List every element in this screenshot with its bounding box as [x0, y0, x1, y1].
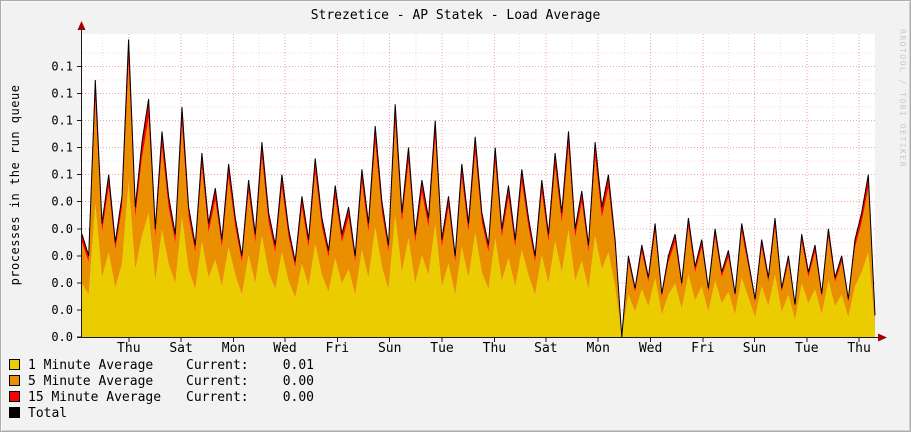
- legend-swatch-5min-icon: [9, 375, 20, 386]
- svg-text:Thu: Thu: [483, 341, 506, 356]
- legend-current-value: 0.01: [282, 358, 314, 373]
- legend-row-total: Total: [9, 406, 314, 422]
- svg-text:Sat: Sat: [169, 341, 192, 356]
- svg-text:0.0: 0.0: [51, 222, 73, 236]
- svg-text:0.1: 0.1: [51, 60, 73, 74]
- svg-text:Fri: Fri: [691, 341, 714, 356]
- svg-text:Tue: Tue: [430, 341, 454, 356]
- legend-label: 5 Minute Average: [28, 374, 154, 389]
- svg-text:0.0: 0.0: [51, 276, 73, 290]
- svg-text:Thu: Thu: [847, 341, 870, 356]
- svg-text:Fri: Fri: [326, 341, 349, 356]
- svg-text:Tue: Tue: [795, 341, 819, 356]
- legend-row-5min: 5 Minute Average Current: 0.00: [9, 374, 314, 390]
- svg-text:0.1: 0.1: [51, 141, 73, 155]
- legend-label: 1 Minute Average: [28, 358, 154, 373]
- svg-text:0.1: 0.1: [51, 168, 73, 182]
- svg-text:0.0: 0.0: [51, 249, 73, 263]
- svg-text:0.1: 0.1: [51, 114, 73, 128]
- svg-text:Wed: Wed: [273, 341, 296, 356]
- svg-text:0.0: 0.0: [51, 303, 73, 317]
- legend-current-label: Current:: [186, 358, 249, 373]
- legend: 1 Minute Average Current: 0.01 5 Minute Av…: [9, 358, 314, 422]
- svg-text:Sun: Sun: [743, 341, 766, 356]
- svg-text:Wed: Wed: [639, 341, 662, 356]
- svg-text:Thu: Thu: [117, 341, 140, 356]
- rrdtool-graph: Strezetice - AP Statek - Load Average RR…: [0, 0, 911, 432]
- legend-current-value: 0.00: [282, 374, 314, 389]
- legend-swatch-15min-icon: [9, 391, 20, 402]
- svg-text:Mon: Mon: [586, 341, 609, 356]
- legend-label: Total: [28, 406, 68, 421]
- svg-text:0.0: 0.0: [51, 195, 73, 209]
- legend-swatch-total-icon: [9, 407, 20, 418]
- svg-text:Sat: Sat: [534, 341, 557, 356]
- legend-swatch-1min-icon: [9, 359, 20, 370]
- svg-text:0.1: 0.1: [51, 87, 73, 101]
- x-axis-arrow-icon: [878, 333, 887, 342]
- legend-label: 15 Minute Average: [28, 390, 162, 405]
- svg-text:0.0: 0.0: [51, 330, 73, 344]
- legend-row-15min: 15 Minute Average Current: 0.00: [9, 390, 314, 406]
- legend-current-label: Current:: [186, 390, 249, 405]
- y-axis-arrow-icon: [77, 21, 86, 30]
- legend-current-value: 0.00: [282, 390, 314, 405]
- legend-current-label: Current:: [186, 374, 249, 389]
- svg-text:Mon: Mon: [222, 341, 245, 356]
- legend-row-1min: 1 Minute Average Current: 0.01: [9, 358, 314, 374]
- svg-text:Sun: Sun: [378, 341, 401, 356]
